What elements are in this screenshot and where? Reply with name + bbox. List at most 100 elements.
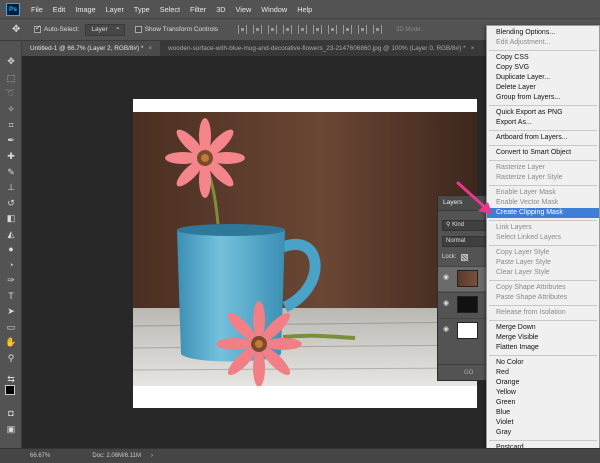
document-canvas[interactable] [133,99,477,408]
layer-thumbnail [457,296,478,313]
menu-view[interactable]: View [231,5,257,14]
align-bottom-icon[interactable] [268,25,278,34]
align-middle-icon[interactable] [253,25,263,34]
menu-window[interactable]: Window [256,5,292,14]
menu-layer[interactable]: Layer [101,5,129,14]
paint-bucket-tool-icon[interactable]: ◭ [5,228,17,240]
show-transform-label: Show Transform Controls [144,26,219,33]
eyedropper-tool-icon[interactable]: ✒ [5,134,17,146]
context-menu-item[interactable]: Create Clipping Mask [487,208,599,218]
blend-mode-dropdown[interactable]: Normal [442,236,488,247]
menu-type[interactable]: Type [129,5,155,14]
foreground-color-swatch[interactable] [5,385,15,395]
visibility-eye-icon[interactable]: ◉ [443,300,451,308]
auto-select-checkbox[interactable] [34,24,41,33]
context-menu-item[interactable]: Violet [487,418,599,428]
context-menu-item[interactable]: Merge Visible [487,333,599,343]
menu-help[interactable]: Help [292,5,317,14]
quick-mask-icon[interactable]: ◘ [5,407,17,419]
brush-tool-icon[interactable]: ✎ [5,166,17,178]
context-menu-item: Rasterize Layer [496,164,546,171]
layers-panel-footer[interactable]: GO [438,364,488,381]
context-menu-item[interactable]: Green [487,398,599,408]
context-menu-item: Paste Layer Style [496,259,551,266]
document-tab[interactable]: wooden-surface-with-blue-mug-and-decorat… [160,41,482,56]
hand-tool-icon[interactable]: ✋ [5,336,17,348]
menu-file[interactable]: File [26,5,48,14]
context-menu-item: Clear Layer Style [496,269,550,276]
context-menu-item[interactable]: Blending Options... [487,28,599,38]
layers-tab-label: Layers [443,199,463,206]
menu-separator [489,440,597,441]
layer-row[interactable]: ◉ [438,318,488,343]
align-top-icon[interactable] [238,25,248,34]
move-tool-icon[interactable]: ✥ [5,55,17,67]
magic-wand-tool-icon[interactable]: ✧ [5,103,17,115]
visibility-eye-icon[interactable]: ◉ [443,274,451,282]
menu-3d[interactable]: 3D [211,5,230,14]
blur-tool-icon[interactable]: ● [5,243,17,255]
context-menu-item[interactable]: Gray [487,428,599,438]
menu-filter[interactable]: Filter [185,5,211,14]
rectangle-tool-icon[interactable]: ▭ [5,321,17,333]
context-menu-item[interactable]: Duplicate Layer... [487,73,599,83]
zoom-level[interactable]: 66.67% [30,453,50,459]
pen-tool-icon[interactable]: ✑ [5,274,17,286]
healing-brush-tool-icon[interactable]: ✚ [5,150,17,162]
layer-filter-kind[interactable]: ⚲ Kind [442,220,488,231]
context-menu-item[interactable]: Flatten Image [487,343,599,353]
status-menu-arrow-icon[interactable]: › [151,453,153,459]
document-tab[interactable]: Untitled-1 @ 66.7% (Layer 2, RGB/8#) * × [22,41,161,56]
context-menu-item[interactable]: Export As... [487,118,599,128]
align-right-icon[interactable] [313,25,323,34]
context-menu-item[interactable]: Convert to Smart Object [487,148,599,158]
context-menu-item: Enable Vector Mask [496,199,559,206]
tools-panel: ✥ ⬚ ➰ ✧ ⌗ ✒ ✚ ✎ ⊥ ↺ ◧ ◭ ● ◔ ✑ T ➤ ▭ ✋ ⚲ … [0,41,22,448]
menu-select[interactable]: Select [155,5,185,14]
align-center-icon[interactable] [298,25,308,34]
visibility-eye-icon[interactable]: ◉ [443,326,451,334]
eraser-tool-icon[interactable]: ◧ [5,212,17,224]
context-menu-item[interactable]: Yellow [487,388,599,398]
align-left-icon[interactable] [283,25,293,34]
auto-select-dropdown[interactable]: Layer [85,23,125,36]
context-menu-item[interactable]: Red [487,368,599,378]
clone-stamp-tool-icon[interactable]: ⊥ [5,181,17,193]
context-menu-item[interactable]: Artboard from Layers... [487,133,599,143]
move-tool-icon[interactable]: ✥ [12,23,34,37]
menu-edit[interactable]: Edit [48,5,71,14]
context-menu-item[interactable]: Blue [487,408,599,418]
screen-mode-icon[interactable]: ▣ [5,423,17,435]
context-menu-item[interactable]: No Color [487,358,599,368]
context-menu-item[interactable]: Group from Layers... [487,93,599,103]
layer-row[interactable]: ◉ [438,292,488,317]
layer-row[interactable]: ◉ [438,266,488,291]
history-brush-tool-icon[interactable]: ↺ [5,197,17,209]
context-menu-item[interactable]: Copy SVG [487,63,599,73]
path-selection-tool-icon[interactable]: ➤ [5,305,17,317]
layers-tab[interactable]: Layers [438,196,488,211]
swap-colors-icon[interactable]: ⇆ [5,373,17,385]
context-menu-item[interactable]: Merge Down [487,323,599,333]
close-tab-icon[interactable]: × [471,45,475,52]
crop-tool-icon[interactable]: ⌗ [5,119,17,131]
menu-image[interactable]: Image [70,5,100,14]
show-transform-checkbox[interactable] [134,26,142,33]
zoom-tool-icon[interactable]: ⚲ [5,352,17,364]
dodge-tool-icon[interactable]: ◔ [5,259,17,271]
status-bar: 66.67% Doc: 2.06M/6.11M › [0,448,600,463]
lock-transparency-icon[interactable] [461,254,468,261]
type-tool-icon[interactable]: T [5,290,17,302]
distribute-left-icon[interactable] [373,25,383,34]
context-menu-item[interactable]: Delete Layer [487,83,599,93]
close-tab-icon[interactable]: × [148,45,152,52]
distribute-middle-icon[interactable] [343,25,353,34]
context-menu-item[interactable]: Copy CSS [487,53,599,63]
marquee-tool-icon[interactable]: ⬚ [5,72,17,84]
menu-items: File Edit Image Layer Type Select Filter 3D View… [26,5,317,14]
lasso-tool-icon[interactable]: ➰ [5,87,17,99]
distribute-top-icon[interactable] [328,25,338,34]
context-menu-item[interactable]: Orange [487,378,599,388]
distribute-bottom-icon[interactable] [358,25,368,34]
context-menu-item[interactable]: Quick Export as PNG [487,108,599,118]
